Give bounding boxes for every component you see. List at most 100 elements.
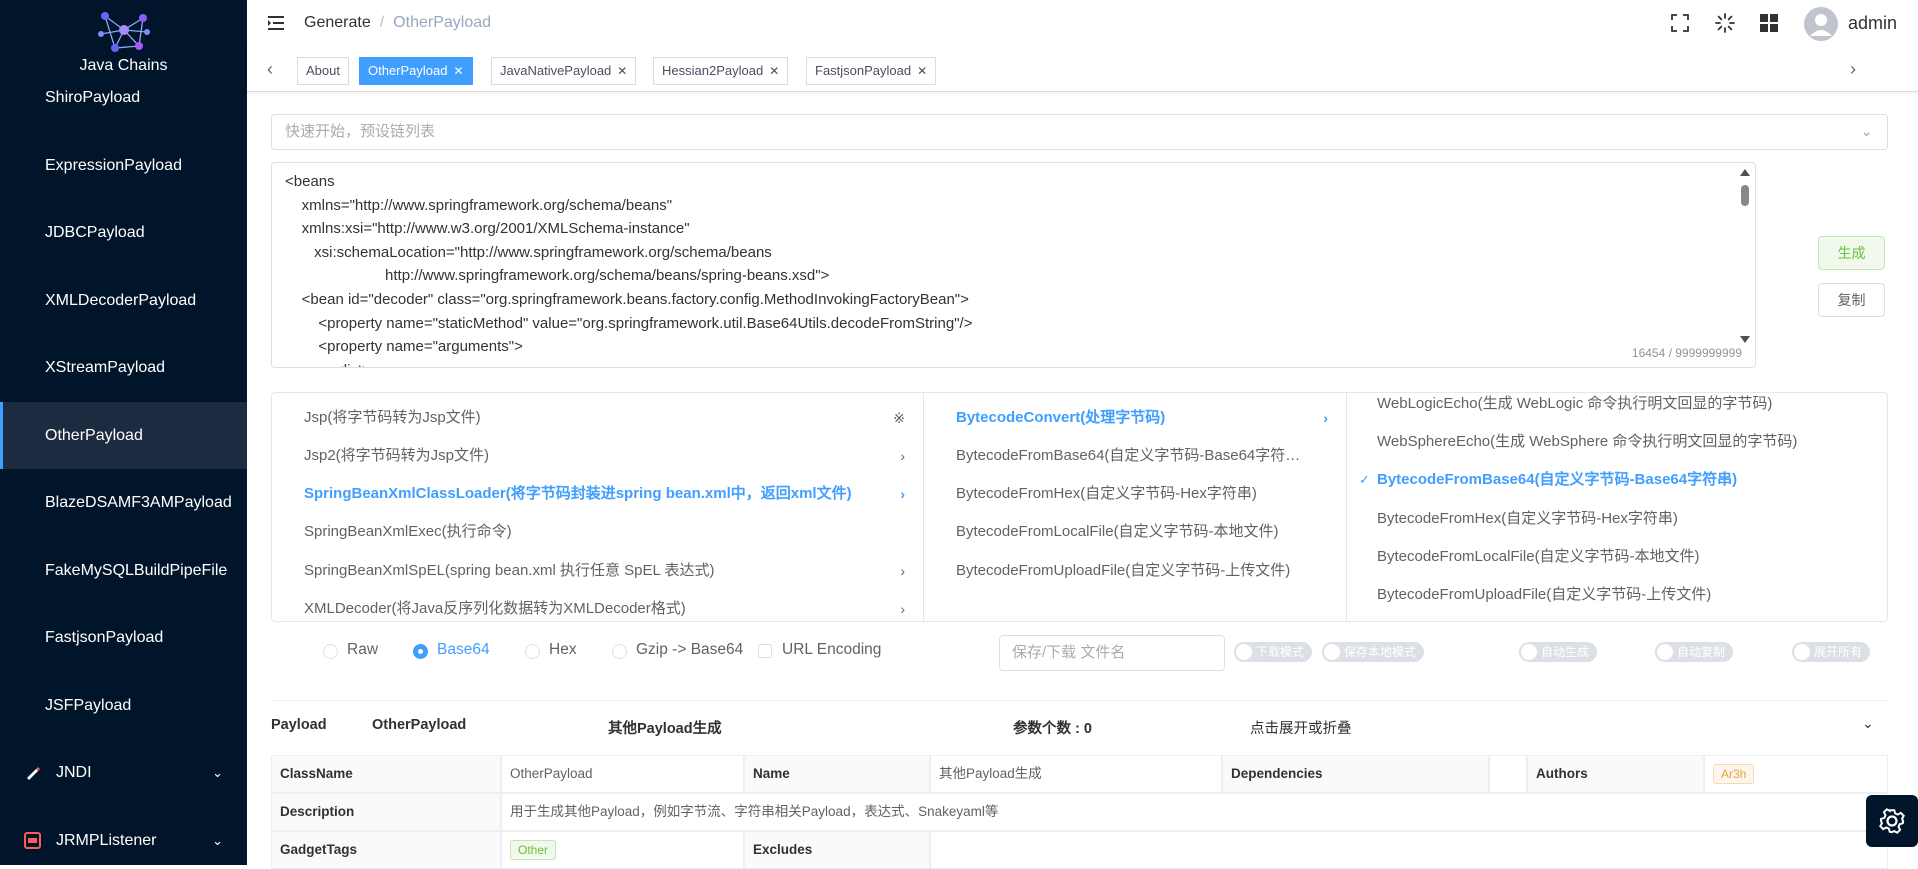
radio-label[interactable]: Gzip -> Base64 — [636, 641, 743, 659]
switch-label: 自动复制 — [1677, 645, 1726, 659]
sidebar-item-jndi[interactable]: JNDI ⌄ — [0, 739, 247, 806]
radio-label[interactable]: Hex — [549, 641, 577, 659]
loading-icon: ※ — [893, 410, 905, 426]
sidebar-item-xmldecoderpayload[interactable]: XMLDecoderPayload — [0, 267, 247, 334]
close-icon[interactable]: ✕ — [617, 64, 627, 78]
chevron-left-icon[interactable]: ‹ — [260, 59, 280, 80]
gadgettag-badge: Other — [510, 840, 557, 861]
radio-label[interactable]: Raw — [347, 641, 378, 659]
cascader-option[interactable]: BytecodeFromBase64(自定义字节码-Base64字符串) — [924, 437, 1346, 475]
sidebar-item-blazedsamf3ampayload[interactable]: BlazeDSAMF3AMPayload — [0, 469, 247, 536]
sidebar-item-label: FakeMySQLBuildPipeFile — [45, 562, 228, 579]
payload-editor[interactable]: <beans xmlns="http://www.springframework… — [271, 162, 1756, 368]
option-label: WebSphereEcho(生成 WebSphere 命令执行明文回显的字节码) — [1377, 433, 1798, 450]
tags-view: ‹ About OtherPayload ✕ JavaNativePayload ✕… — [247, 47, 1918, 92]
tag-hessian2payload[interactable]: Hessian2Payload ✕ — [653, 57, 789, 85]
expand-all-switch[interactable]: 展开所有 — [1792, 642, 1871, 662]
cascader-option[interactable]: BytecodeFromHex(自定义字节码-Hex字符串) — [924, 475, 1346, 513]
sidebar-item-jrmplistener[interactable]: JRMPListener ⌄ — [0, 807, 247, 865]
quick-start-select[interactable]: 快速开始，预设链列表 ⌄ — [271, 114, 1888, 150]
cascader-option[interactable]: Jsp2(将字节码转为Jsp文件) › — [272, 437, 923, 475]
value-excludes — [930, 831, 1888, 869]
sidebar-item-xstreampayload[interactable]: XStreamPayload — [0, 334, 247, 401]
radio-raw[interactable] — [323, 644, 338, 659]
chevron-right-icon[interactable]: › — [1843, 59, 1863, 80]
option-label: BytecodeFromUploadFile(自定义字节码-上传文件) — [956, 562, 1291, 579]
cascader-option[interactable]: SpringBeanXmlSpEL(spring bean.xml 执行任意 S… — [272, 552, 923, 590]
editor-content[interactable]: <beans xmlns="http://www.springframework… — [272, 163, 1755, 367]
tag-label: FastjsonPayload — [815, 63, 912, 78]
grid-icon[interactable] — [1759, 13, 1779, 33]
breadcrumb-generate[interactable]: Generate — [304, 14, 371, 31]
cascader-column-2: BytecodeConvert(处理字节码) › BytecodeFromBase… — [924, 393, 1347, 621]
close-icon[interactable]: ✕ — [769, 64, 779, 78]
cascader-option-active[interactable]: BytecodeConvert(处理字节码) › — [924, 399, 1346, 437]
cascader-option-checked[interactable]: ✓ BytecodeFromBase64(自定义字节码-Base64字符串) — [1347, 461, 1887, 499]
cascader-option[interactable]: BytecodeFromUploadFile(自定义字节码-上传文件) — [924, 552, 1346, 590]
save-local-switch[interactable]: 保存本地模式 — [1322, 642, 1425, 662]
cascader-option-active[interactable]: SpringBeanXmlClassLoader(将字节码封装进spring b… — [272, 475, 923, 513]
cascader-option[interactable]: XMLDecoder(将Java反序列化数据转为XMLDecoder格式) › — [272, 590, 923, 621]
radio-label[interactable]: Base64 — [437, 641, 490, 659]
hamburger-icon[interactable] — [267, 14, 285, 32]
cascader-option[interactable]: SpringBeanXmlExec(执行命令) — [272, 513, 923, 551]
cascader-option[interactable]: BytecodeFromLocalFile(自定义字节码-本地文件) — [924, 513, 1346, 551]
filename-input[interactable]: 保存/下载 文件名 — [999, 635, 1225, 671]
option-label: SpringBeanXmlSpEL(spring bean.xml 执行任意 S… — [304, 562, 715, 579]
auto-generate-switch[interactable]: 自动生成 — [1519, 642, 1598, 662]
char-count: 16454 / 9999999999 — [1631, 346, 1742, 360]
loading-spinner-icon[interactable] — [1715, 13, 1735, 33]
option-label: BytecodeFromHex(自定义字节码-Hex字符串) — [956, 485, 1257, 502]
option-label: Jsp(将字节码转为Jsp文件) — [304, 409, 481, 426]
chevron-right-icon: › — [900, 563, 905, 579]
tag-javanativepayload[interactable]: JavaNativePayload ✕ — [491, 57, 637, 85]
generate-button[interactable]: 生成 — [1818, 236, 1885, 270]
close-icon[interactable]: ✕ — [454, 64, 464, 78]
option-label: BytecodeFromHex(自定义字节码-Hex字符串) — [1377, 510, 1678, 527]
url-encoding-checkbox[interactable] — [758, 644, 772, 658]
sidebar-item-label: OtherPayload — [45, 427, 143, 444]
option-label: BytecodeFromLocalFile(自定义字节码-本地文件) — [1377, 548, 1700, 565]
sidebar-item-label: JRMPListener — [56, 832, 157, 849]
tag-label: Hessian2Payload — [662, 63, 764, 78]
download-mode-switch[interactable]: 下载模式 — [1234, 642, 1313, 662]
tag-otherpayload[interactable]: OtherPayload ✕ — [359, 57, 473, 85]
tag-fastjsonpayload[interactable]: FastjsonPayload ✕ — [806, 57, 937, 85]
switch-label: 下载模式 — [1256, 645, 1305, 659]
cascader-option[interactable]: WebLogicEcho(生成 WebLogic 命令执行明文回显的字节码) — [1347, 393, 1887, 423]
cascader-option[interactable]: BytecodeFromUploadFile(自定义字节码-上传文件) — [1347, 576, 1887, 614]
tag-about[interactable]: About — [297, 57, 349, 85]
sidebar-item-label: JNDI — [56, 764, 92, 781]
breadcrumb-separator: / — [379, 14, 385, 31]
cascader-option[interactable]: WebSphereEcho(生成 WebSphere 命令执行明文回显的字节码) — [1347, 423, 1887, 461]
network-logo-icon — [98, 12, 150, 52]
radio-gzip-base64[interactable] — [612, 644, 627, 659]
sidebar-item-jdbcpayload[interactable]: JDBCPayload — [0, 199, 247, 266]
cascader-option[interactable]: BytecodeFromHex(自定义字节码-Hex字符串) — [1347, 500, 1887, 538]
sidebar-item-jsfpayload[interactable]: JSFPayload — [0, 672, 247, 739]
chevron-down-icon[interactable]: ⌄ — [1862, 715, 1874, 732]
chevron-right-icon: › — [900, 601, 905, 617]
radio-base64[interactable] — [413, 644, 428, 659]
auto-copy-switch[interactable]: 自动复制 — [1655, 642, 1734, 662]
chevron-down-icon: ⌄ — [1860, 123, 1873, 140]
input-placeholder: 保存/下载 文件名 — [1012, 644, 1126, 661]
radio-hex[interactable] — [525, 644, 540, 659]
sidebar-item-otherpayload[interactable]: OtherPayload — [0, 402, 247, 469]
checkbox-label[interactable]: URL Encoding — [782, 641, 881, 659]
cascader-option[interactable]: BytecodeFromLocalFile(自定义字节码-本地文件) — [1347, 538, 1887, 576]
username[interactable]: admin — [1848, 13, 1897, 34]
close-icon[interactable]: ✕ — [917, 64, 927, 78]
editor-scrollbar[interactable] — [1737, 164, 1753, 348]
sidebar-item-fastjsonpayload[interactable]: FastjsonPayload — [0, 604, 247, 671]
sidebar-item-label: XStreamPayload — [45, 359, 166, 376]
cascader-option[interactable]: Jsp(将字节码转为Jsp文件) ※ — [272, 399, 923, 437]
fullscreen-icon[interactable] — [1670, 13, 1690, 33]
sidebar-item-expressionpayload[interactable]: ExpressionPayload — [0, 132, 247, 199]
sidebar-item-fakemysqlbuildpipefile[interactable]: FakeMySQLBuildPipeFile — [0, 537, 247, 604]
sidebar-item-label: JSFPayload — [45, 697, 132, 714]
avatar[interactable] — [1804, 7, 1838, 41]
copy-button[interactable]: 复制 — [1818, 283, 1885, 317]
settings-button[interactable] — [1866, 795, 1918, 847]
app-logo[interactable]: Java Chains — [0, 0, 247, 80]
